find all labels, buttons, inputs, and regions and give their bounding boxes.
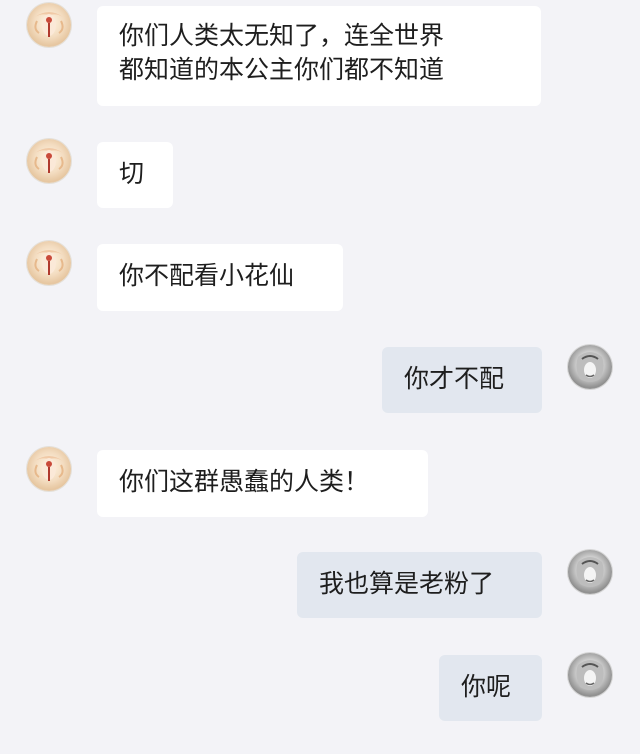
- princess-avatar[interactable]: [27, 3, 71, 47]
- message-text: 你呢: [461, 672, 512, 701]
- user-avatar[interactable]: [568, 653, 612, 697]
- princess-avatar-icon: [34, 148, 64, 173]
- princess-avatar-icon: [34, 250, 64, 275]
- user-avatar-icon: [576, 352, 604, 382]
- message-bubble-incoming[interactable]: 切: [97, 142, 173, 208]
- message-text: 我也算是老粉了: [319, 569, 495, 598]
- princess-avatar-icon: [34, 456, 64, 481]
- message-text: 你才不配: [404, 364, 505, 393]
- message-bubble-outgoing[interactable]: 你才不配: [382, 347, 542, 413]
- princess-avatar[interactable]: [27, 447, 71, 491]
- message-text: 你不配看小花仙: [119, 261, 295, 290]
- message-text: 你们这群愚蠢的人类！: [119, 467, 370, 496]
- message-bubble-incoming[interactable]: 你们这群愚蠢的人类！: [97, 450, 428, 517]
- message-bubble-outgoing[interactable]: 我也算是老粉了: [297, 552, 542, 618]
- princess-avatar-icon: [34, 12, 64, 37]
- message-bubble-outgoing[interactable]: 你呢: [439, 655, 542, 721]
- message-text: 你们人类太无知了，连全世界 都知道的本公主你们都不知道: [119, 21, 445, 84]
- user-avatar[interactable]: [568, 345, 612, 389]
- user-avatar-icon: [576, 557, 604, 587]
- user-avatar-icon: [576, 660, 604, 690]
- princess-avatar[interactable]: [27, 139, 71, 183]
- message-bubble-incoming[interactable]: 你们人类太无知了，连全世界 都知道的本公主你们都不知道: [97, 6, 541, 106]
- message-text: 切: [119, 159, 145, 188]
- message-bubble-incoming[interactable]: 你不配看小花仙: [97, 244, 343, 311]
- princess-avatar[interactable]: [27, 241, 71, 285]
- user-avatar[interactable]: [568, 550, 612, 594]
